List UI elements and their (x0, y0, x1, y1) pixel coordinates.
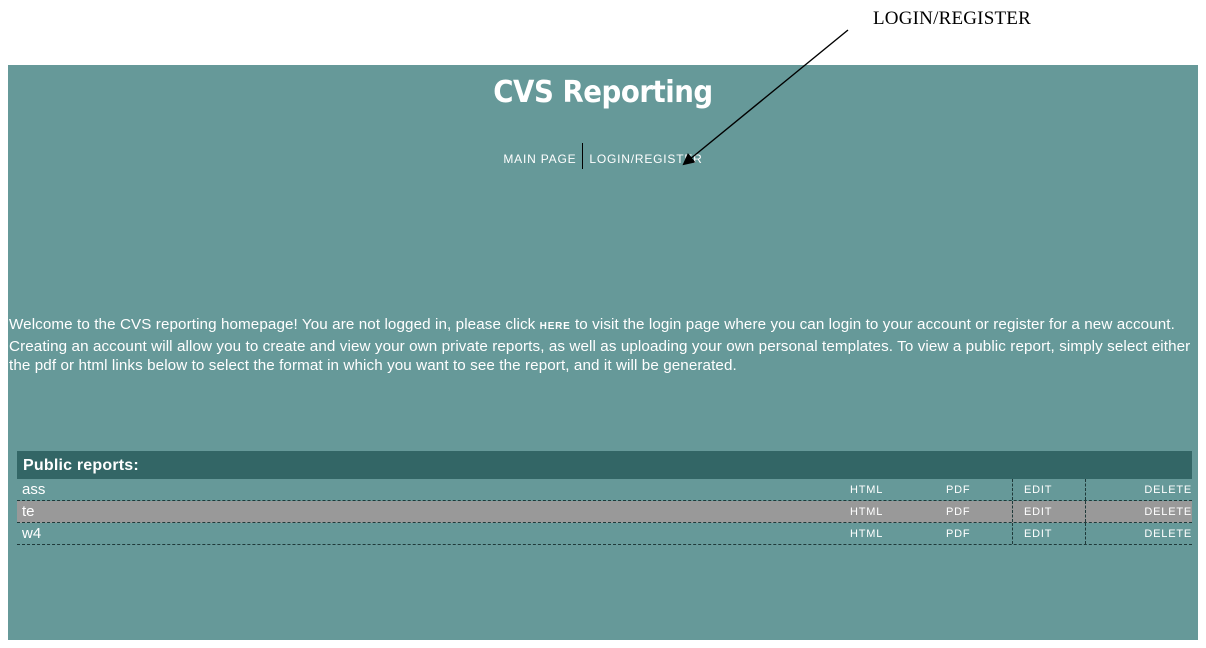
nav-login-register-link[interactable]: LOGIN/REGISTER (589, 152, 702, 166)
report-name: te (22, 503, 35, 520)
column-divider (1012, 501, 1013, 522)
report-name: ass (22, 481, 46, 498)
welcome-text: Welcome to the CVS reporting homepage! Y… (9, 315, 1191, 376)
report-row: ass HTML PDF EDIT DELETE (17, 479, 1192, 501)
delete-report-link[interactable]: DELETE (1144, 528, 1192, 540)
view-html-link[interactable]: HTML (850, 484, 883, 496)
public-reports-table: Public reports: ass HTML PDF EDIT DELETE… (17, 451, 1192, 545)
report-row: w4 HTML PDF EDIT DELETE (17, 523, 1192, 545)
public-reports-heading: Public reports: (17, 451, 1192, 479)
edit-report-link[interactable]: EDIT (1024, 506, 1052, 518)
column-divider (1012, 479, 1013, 500)
view-pdf-link[interactable]: PDF (946, 506, 970, 518)
welcome-text-intro: Welcome to the CVS reporting homepage! Y… (9, 316, 540, 333)
nav-main-page-link[interactable]: MAIN PAGE (503, 152, 576, 166)
report-row: te HTML PDF EDIT DELETE (17, 501, 1192, 523)
column-divider (1085, 523, 1086, 544)
view-html-link[interactable]: HTML (850, 506, 883, 518)
view-pdf-link[interactable]: PDF (946, 528, 970, 540)
column-divider (1085, 479, 1086, 500)
report-name: w4 (22, 525, 42, 542)
delete-report-link[interactable]: DELETE (1144, 506, 1192, 518)
view-html-link[interactable]: HTML (850, 528, 883, 540)
edit-report-link[interactable]: EDIT (1024, 528, 1052, 540)
login-here-link[interactable]: HERE (540, 321, 571, 332)
annotation-label: LOGIN/REGISTER (873, 8, 1031, 29)
view-pdf-link[interactable]: PDF (946, 484, 970, 496)
site-title: CVS Reporting (493, 75, 713, 110)
nav-separator (582, 143, 584, 169)
main-nav: MAIN PAGE LOGIN/REGISTER (8, 143, 1198, 169)
edit-report-link[interactable]: EDIT (1024, 484, 1052, 496)
delete-report-link[interactable]: DELETE (1144, 484, 1192, 496)
main-panel: CVS Reporting MAIN PAGE LOGIN/REGISTER We… (8, 65, 1198, 640)
column-divider (1012, 523, 1013, 544)
column-divider (1085, 501, 1086, 522)
